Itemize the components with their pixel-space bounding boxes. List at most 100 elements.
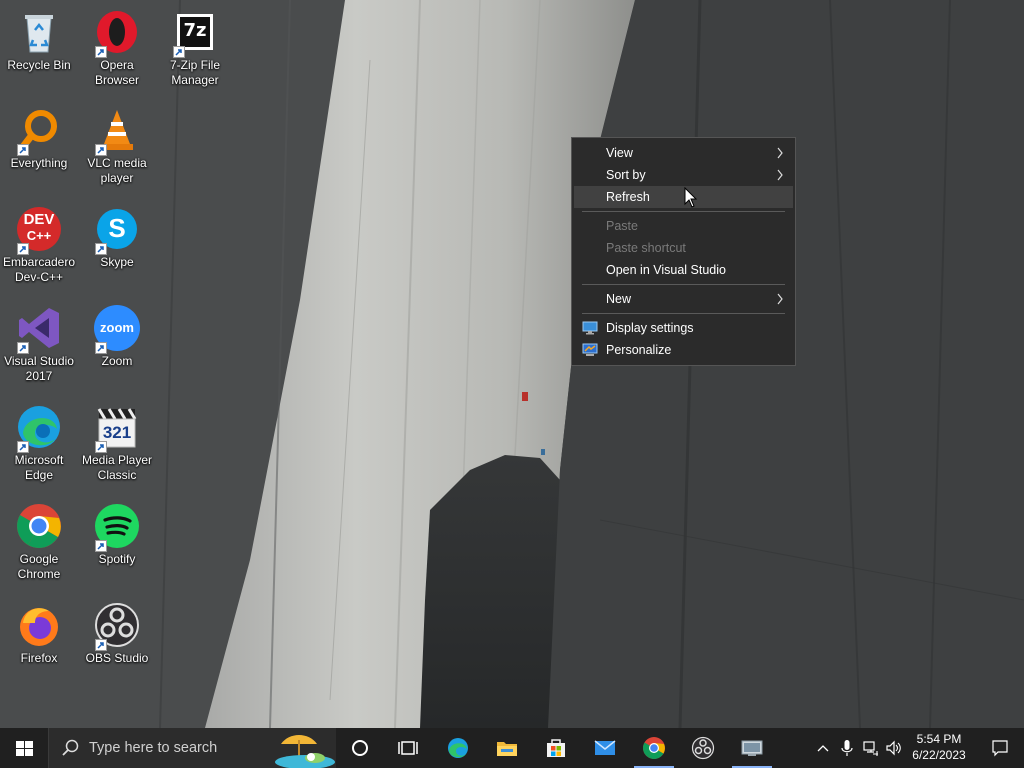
skype-icon: S: [93, 205, 141, 255]
desktop-icon-opera[interactable]: Opera Browser: [78, 8, 156, 88]
notification-icon: [992, 740, 1008, 757]
start-button[interactable]: [0, 728, 48, 768]
menu-item-paste-shortcut[interactable]: Paste shortcut: [574, 237, 793, 259]
menu-item-sort-by[interactable]: Sort by: [574, 164, 793, 186]
chrome-icon: [643, 737, 665, 759]
desktop-icon-recycle-bin[interactable]: Recycle Bin: [0, 8, 78, 73]
desktop-icon-skype[interactable]: S Skype: [78, 205, 156, 270]
7zip-icon: 7z: [171, 8, 219, 58]
chevron-right-icon: [777, 147, 783, 159]
desktop-icon-label: OBS Studio: [85, 651, 149, 665]
desktop-icon-obs[interactable]: OBS Studio: [78, 601, 156, 666]
desktop-icon-label: Microsoft Edge: [14, 453, 64, 482]
search-highlight-beach-icon: [275, 735, 335, 768]
taskbar-file-explorer[interactable]: [483, 728, 531, 768]
menu-item-paste[interactable]: Paste: [574, 215, 793, 237]
taskbar-search-box[interactable]: Type here to search: [48, 728, 336, 768]
taskbar-remote-desktop[interactable]: [728, 728, 776, 768]
microsoft-store-icon: [547, 739, 565, 757]
desktop-icon-label: Spotify: [98, 552, 136, 566]
opera-icon: [93, 8, 141, 58]
display-settings-icon: [582, 321, 598, 335]
desktop-icon-firefox[interactable]: Firefox: [0, 601, 78, 666]
shortcut-arrow-icon: [17, 342, 29, 354]
taskbar-task-view[interactable]: [384, 728, 432, 768]
file-explorer-icon: [497, 742, 517, 756]
menu-item-new[interactable]: New: [574, 288, 793, 310]
edge-icon: [448, 738, 468, 758]
shortcut-arrow-icon: [95, 540, 107, 552]
menu-item-label: Open in Visual Studio: [606, 263, 726, 277]
menu-item-open-in-visual-studio[interactable]: Open in Visual Studio: [574, 259, 793, 281]
windows-logo-icon: [16, 741, 33, 756]
skype-badge-text: S: [108, 213, 126, 243]
menu-item-label: New: [606, 292, 632, 306]
show-hidden-icons-chevron-icon[interactable]: [814, 738, 832, 758]
firefox-icon: [15, 601, 63, 649]
desktop-icon-spotify[interactable]: Spotify: [78, 502, 156, 567]
desktop-icon-chrome[interactable]: Google Chrome: [0, 502, 78, 582]
desktop-icon-label: Zoom: [101, 354, 133, 368]
menu-item-view[interactable]: View: [574, 142, 793, 164]
desktop-icon-label: VLC media player: [87, 156, 147, 185]
cortana-icon: [352, 740, 368, 756]
desktop-icon-label: Everything: [10, 156, 68, 170]
desktop-icon-label: 7-Zip File Manager: [169, 58, 220, 87]
media-player-classic-icon: 321: [93, 403, 141, 453]
taskbar-chrome[interactable]: [630, 728, 678, 768]
volume-icon[interactable]: [885, 738, 903, 758]
chrome-icon: [15, 502, 63, 550]
desktop-icon-label: Media Player Classic: [81, 453, 153, 482]
devcpp-badge-top: DEV: [23, 211, 55, 228]
devcpp-icon: DEV C++: [15, 205, 63, 255]
desktop-icon-media-player-classic[interactable]: 321 Media Player Classic: [78, 403, 156, 483]
shortcut-arrow-icon: [17, 441, 29, 453]
desktop-context-menu: View Sort by Refresh Paste Paste shortcu…: [571, 137, 796, 366]
clock-date: 6/22/2023: [912, 748, 966, 762]
chevron-right-icon: [777, 293, 783, 305]
menu-item-label: Sort by: [606, 168, 646, 182]
shortcut-arrow-icon: [173, 46, 185, 58]
shortcut-arrow-icon: [17, 144, 29, 156]
desktop-icon-vlc[interactable]: VLC media player: [78, 106, 156, 186]
recycle-bin-icon: [15, 8, 63, 56]
taskbar-clock[interactable]: 5:54 PM 6/22/2023: [904, 731, 974, 763]
menu-item-label: Refresh: [606, 190, 650, 204]
desktop-icon-visual-studio[interactable]: Visual Studio 2017: [0, 304, 78, 384]
taskbar-cortana[interactable]: [336, 728, 384, 768]
desktop-icon-label: Embarcadero Dev-C++: [2, 255, 76, 284]
everything-icon: [15, 106, 63, 156]
taskbar-edge[interactable]: [434, 728, 482, 768]
network-icon[interactable]: [862, 738, 880, 758]
taskbar-obs[interactable]: [679, 728, 727, 768]
shortcut-arrow-icon: [95, 441, 107, 453]
remote-desktop-icon: [741, 740, 763, 756]
menu-item-display-settings[interactable]: Display settings: [574, 317, 793, 339]
action-center-button[interactable]: [976, 728, 1024, 768]
desktop-icon-edge[interactable]: Microsoft Edge: [0, 403, 78, 483]
menu-item-label: Personalize: [606, 343, 672, 357]
chevron-right-icon: [777, 169, 783, 181]
desktop-icon-7zip[interactable]: 7z 7-Zip File Manager: [156, 8, 234, 88]
shortcut-arrow-icon: [95, 639, 107, 651]
menu-item-label: View: [606, 146, 633, 160]
spotify-icon: [93, 502, 141, 552]
taskbar: Type here to search 5:54 PM 6/22/2023: [0, 728, 1024, 768]
taskbar-mail[interactable]: [581, 728, 629, 768]
desktop-icon-devcpp[interactable]: DEV C++ Embarcadero Dev-C++: [0, 205, 78, 285]
microphone-icon[interactable]: [838, 738, 856, 758]
obs-icon: [691, 736, 715, 760]
desktop-icon-label: Recycle Bin: [7, 58, 71, 72]
menu-item-personalize[interactable]: Personalize: [574, 339, 793, 361]
zoom-badge-text: zoom: [100, 320, 134, 335]
desktop-icon-zoom[interactable]: zoom Zoom: [78, 304, 156, 369]
menu-item-label: Paste: [606, 219, 638, 233]
personalize-icon: [582, 343, 598, 356]
taskbar-microsoft-store[interactable]: [532, 728, 580, 768]
shortcut-arrow-icon: [95, 243, 107, 255]
devcpp-badge-bottom: C++: [26, 228, 52, 243]
desktop-icon-everything[interactable]: Everything: [0, 106, 78, 171]
edge-icon: [15, 403, 63, 453]
shortcut-arrow-icon: [95, 342, 107, 354]
desktop-icon-label: Opera Browser: [94, 58, 139, 87]
